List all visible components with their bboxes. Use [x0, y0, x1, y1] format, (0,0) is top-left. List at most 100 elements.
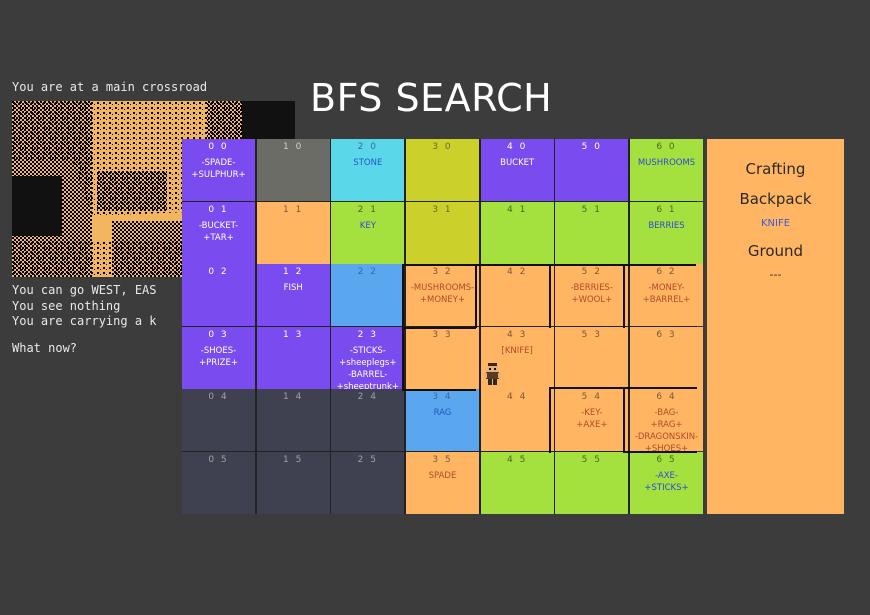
carrying-line: You are carrying a k — [12, 314, 157, 328]
cell-coordinate: 3 4 — [432, 392, 453, 403]
grid-cell[interactable]: 2 4 — [331, 389, 405, 452]
cell-coordinate: 1 1 — [282, 204, 304, 215]
grid-cell[interactable]: 3 4 RAG — [406, 389, 479, 452]
cell-item-line: -DRAGONSKIN- — [634, 432, 699, 443]
grid-cell[interactable]: 4 0 BUCKET — [480, 139, 554, 201]
grid-cell[interactable]: 6 0 MUSHROOMS — [630, 139, 704, 201]
grid-cell[interactable]: 6 5 -AXE- +STICKS+ — [630, 452, 704, 514]
cell-item-line: +PRIZE+ — [199, 357, 238, 368]
grid-cell[interactable]: 2 5 — [331, 452, 405, 514]
grid-cell[interactable]: 1 0 — [256, 139, 330, 201]
grid-cell[interactable]: 5 4 -KEY- +AXE+ — [555, 389, 629, 452]
cell-item-line: -SHOES- — [200, 345, 237, 356]
grid-cell[interactable]: 1 5 — [256, 452, 330, 514]
cell-item-line: +AXE+ — [576, 420, 608, 431]
grid-cell[interactable]: 0 3 -SHOES- +PRIZE+ — [182, 326, 255, 389]
grid-cell[interactable]: 6 4 -BAG- +RAG+ -DRAGONSKIN- +SHOES+ — [630, 389, 704, 452]
cell-coordinate: 6 3 — [656, 329, 677, 340]
grid-cell[interactable]: 0 4 — [182, 389, 255, 452]
cell-item-line: -STICKS- — [349, 345, 386, 356]
cell-coordinate: 1 0 — [282, 142, 304, 152]
cell-item: -SHOES- +PRIZE+ — [182, 345, 255, 369]
grid-cell[interactable]: 1 4 — [256, 389, 330, 452]
cell-coordinate: 0 5 — [208, 455, 229, 465]
cell-item: SPADE — [406, 470, 479, 482]
grid-cell[interactable]: 3 0 — [406, 139, 479, 201]
cell-coordinate: 3 1 — [432, 204, 453, 215]
cell-coordinate: 2 1 — [357, 204, 378, 215]
cell-item-line: -KEY- — [581, 408, 603, 419]
cell-item: MUSHROOMS — [630, 157, 703, 169]
grid-cell[interactable]: 2 3 -STICKS- +sheeplegs+ -BARREL- +sheeptrun… — [331, 326, 405, 389]
cell-coordinate: 4 2 — [507, 267, 528, 278]
cell-coordinate: 0 2 — [208, 267, 229, 278]
cell-item: -BERRIES- +WOOL+ — [555, 282, 628, 306]
wall-segment — [549, 387, 551, 453]
cell-item-line: -BAG- — [654, 408, 679, 419]
cell-item: -KEY- +AXE+ — [555, 407, 628, 431]
cell-item-line: +WOOL+ — [571, 295, 613, 306]
grid-cell[interactable]: 3 3 — [406, 326, 479, 389]
cell-coordinate: 0 3 — [208, 329, 229, 340]
grid-cell[interactable]: 6 1 BERRIES — [630, 201, 704, 264]
cell-item: -SPADE- +SULPHUR+ — [182, 157, 255, 181]
cell-item: STONE — [331, 157, 404, 169]
backpack-item[interactable]: KNIFE — [707, 218, 844, 229]
grid-cell[interactable]: 6 2 -MONEY- +BARREL+ — [630, 264, 704, 327]
wall-segment — [402, 327, 476, 329]
cell-coordinate: 6 5 — [656, 455, 677, 465]
grid-cell[interactable]: 2 0 STONE — [331, 139, 405, 201]
cell-item: -BAG- +RAG+ -DRAGONSKIN- +SHOES+ — [630, 407, 703, 451]
grid-cell[interactable]: 5 5 — [555, 452, 629, 514]
cell-coordinate: 4 5 — [507, 455, 528, 465]
cell-item-line: BUCKET — [500, 158, 535, 168]
cell-coordinate: 1 4 — [282, 392, 304, 403]
grid-cell[interactable]: 1 3 — [256, 326, 330, 389]
grid-cell[interactable]: 0 2 — [182, 264, 255, 327]
cell-item-line: +sheeplegs+ — [339, 357, 397, 368]
prompt-line[interactable]: What now? — [12, 341, 77, 357]
cell-item: FISH — [257, 282, 330, 294]
cell-coordinate: 3 2 — [432, 267, 453, 278]
cell-coordinate: 4 3 — [507, 329, 528, 340]
wall-segment — [623, 451, 697, 453]
cell-item-line: +SULPHUR+ — [191, 170, 246, 180]
grid-cell[interactable]: 1 2 FISH — [256, 264, 330, 327]
cell-coordinate: 4 0 — [507, 142, 528, 152]
grid-cell[interactable]: 4 2 — [480, 264, 554, 327]
cell-item-line: SPADE — [428, 471, 457, 481]
grid-cell[interactable]: 5 0 — [555, 139, 629, 201]
cell-coordinate: 5 1 — [581, 204, 602, 215]
grid-cell[interactable]: 5 3 — [555, 326, 629, 389]
grid-cell[interactable]: 2 2 — [331, 264, 405, 327]
grid-cell[interactable]: 2 1 KEY — [331, 201, 405, 264]
cell-item-line: [KNIFE] — [501, 345, 533, 356]
grid-cell[interactable]: 3 1 — [406, 201, 479, 264]
cell-coordinate: 4 1 — [507, 204, 528, 215]
grid-cell[interactable]: 1 1 — [256, 201, 330, 264]
grid-cell[interactable]: 4 5 — [480, 452, 554, 514]
grid-cell[interactable]: 5 2 -BERRIES- +WOOL+ — [555, 264, 629, 327]
cell-coordinate: 2 5 — [357, 455, 378, 465]
crafting-label[interactable]: Crafting — [707, 160, 844, 178]
grid-cell[interactable]: 6 3 — [630, 326, 704, 389]
grid-cell[interactable]: 0 5 — [182, 452, 255, 514]
cell-coordinate: 2 0 — [357, 142, 378, 152]
cell-coordinate: 5 4 — [581, 392, 602, 403]
grid-cell[interactable]: 3 5 SPADE — [406, 452, 479, 514]
cell-coordinate: 3 5 — [432, 455, 453, 465]
grid-cell[interactable]: 4 1 — [480, 201, 554, 264]
cell-item: [KNIFE] — [481, 345, 554, 357]
grid-cell[interactable]: 0 1 -BUCKET- +TAR+ — [182, 201, 255, 264]
cell-coordinate: 6 2 — [656, 267, 677, 278]
cell-coordinate: 3 3 — [432, 329, 453, 340]
cell-coordinate: 1 2 — [282, 267, 304, 278]
cell-item-line: +STICKS+ — [644, 483, 689, 493]
grid-cell[interactable]: 5 1 — [555, 201, 629, 264]
grid-cell[interactable]: 0 0 -SPADE- +SULPHUR+ — [182, 139, 255, 201]
grid-cell[interactable]: 4 4 — [480, 389, 554, 452]
cell-item-line: RAG — [433, 408, 452, 419]
location-line: You are at a main crossroad — [12, 80, 208, 94]
grid-cell[interactable]: 3 2 -MUSHROOMS- +MONEY+ — [406, 264, 479, 327]
cell-coordinate: 5 5 — [581, 455, 602, 465]
